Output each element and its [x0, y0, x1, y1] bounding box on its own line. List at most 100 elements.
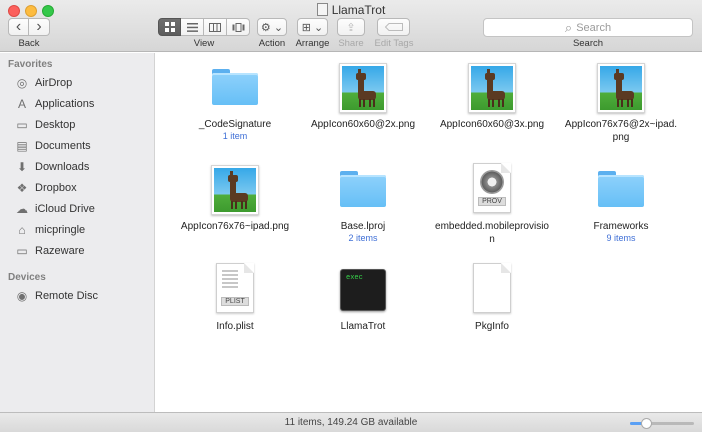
file-item[interactable]: exec LlamaTrot	[304, 263, 422, 333]
status-bar: 11 items, 149.24 GB available	[0, 412, 702, 432]
sidebar-item-remote-disc[interactable]: ◉ Remote Disc	[14, 286, 154, 306]
file-item[interactable]: PkgInfo	[433, 263, 551, 333]
file-name: AppIcon76x76@2x~ipad.png	[564, 119, 678, 143]
search-placeholder: Search	[576, 21, 612, 34]
sidebar-item-label: Remote Disc	[35, 290, 98, 302]
sidebar-item-documents[interactable]: ▤ Documents	[14, 136, 154, 156]
back-button[interactable]: ‹	[8, 18, 29, 36]
sidebar-item-label: micpringle	[35, 224, 86, 236]
file-icon: exec	[336, 263, 390, 317]
cloud-icon: ☁	[16, 202, 28, 216]
file-item[interactable]: PROV embedded.mobileprovision	[433, 163, 551, 246]
file-item[interactable]: _CodeSignature 1 item	[176, 61, 294, 142]
window-title: LlamaTrot	[0, 3, 702, 17]
downloads-icon: ⬇	[16, 160, 28, 174]
file-name: AppIcon60x60@2x.png	[310, 119, 416, 130]
sidebar-item-dropbox[interactable]: ❖ Dropbox	[14, 178, 154, 198]
share-label: Share	[338, 38, 364, 49]
file-name: PkgInfo	[475, 321, 509, 332]
file-item[interactable]: AppIcon60x60@2x.png	[304, 61, 422, 131]
favorites-heading: Favorites	[8, 59, 53, 70]
sidebar-item-label: Razeware	[35, 245, 85, 257]
sidebar-item-label: Documents	[35, 140, 91, 152]
file-name: _CodeSignature	[198, 119, 272, 130]
applications-icon: A	[17, 97, 26, 111]
airdrop-icon: ◎	[16, 76, 28, 90]
item-count: 9 items	[606, 233, 636, 243]
grid-icon	[164, 22, 175, 32]
list-view-button[interactable]	[181, 18, 204, 36]
file-icon	[208, 163, 262, 217]
chevron-right-icon: ›	[36, 18, 42, 35]
file-item[interactable]: AppIcon76x76~ipad.png	[176, 163, 294, 233]
file-icon: PROV	[465, 163, 519, 217]
forward-button[interactable]: ›	[29, 18, 50, 36]
cover-flow-button[interactable]	[227, 18, 250, 36]
provisioning-file-icon: PROV	[473, 163, 511, 213]
folder-icon	[340, 171, 386, 207]
plist-file-icon: PLIST	[216, 263, 254, 313]
image-file-icon	[211, 165, 259, 215]
share-icon: ⇪	[346, 21, 356, 34]
sidebar-item-label: AirDrop	[35, 77, 73, 89]
list-icon	[186, 22, 198, 32]
folder-proxy-icon[interactable]	[316, 3, 328, 16]
sidebar-item-applications[interactable]: A Applications	[14, 94, 154, 114]
search-label: Search	[572, 38, 604, 49]
file-item[interactable]: AppIcon76x76@2x~ipad.png	[562, 61, 680, 144]
arrange-button[interactable]: ⊞ ⌄	[297, 18, 328, 36]
share-button[interactable]: ⇪	[337, 18, 365, 36]
edit-tags-label: Edit Tags	[374, 38, 414, 49]
sidebar-item-label: Downloads	[35, 161, 90, 173]
file-icon	[208, 61, 262, 115]
file-item[interactable]: PLIST Info.plist	[176, 263, 294, 333]
file-item[interactable]: Frameworks 9 items	[562, 163, 680, 244]
file-item[interactable]: Base.lproj 2 items	[304, 163, 422, 244]
icon-view-button[interactable]	[158, 18, 181, 36]
file-icon	[594, 61, 648, 115]
sidebar-item-micpringle[interactable]: ⌂ micpringle	[14, 220, 154, 240]
column-view-button[interactable]	[204, 18, 227, 36]
arrange-label: Arrange	[295, 38, 330, 49]
edit-tags-button[interactable]	[377, 18, 410, 36]
file-browser: _CodeSignature 1 item AppIcon60x60@2x.png A…	[156, 53, 702, 412]
sidebar-item-label: Dropbox	[35, 182, 77, 194]
search-icon: ⌕	[564, 19, 573, 35]
cover-flow-icon	[232, 22, 244, 32]
file-item[interactable]: AppIcon60x60@3x.png	[433, 61, 551, 131]
slider-knob[interactable]	[641, 418, 652, 429]
view-label: View	[193, 38, 215, 49]
file-name: Base.lproj	[340, 221, 386, 232]
columns-icon	[209, 22, 221, 32]
action-button[interactable]: ⚙ ⌄	[257, 18, 287, 36]
search-input[interactable]: ⌕ Search	[483, 18, 693, 37]
sidebar-item-airdrop[interactable]: ◎ AirDrop	[14, 73, 154, 93]
sidebar-item-desktop[interactable]: ▭ Desktop	[14, 115, 154, 135]
desktop-icon: ▭	[16, 118, 28, 132]
item-count: 2 items	[348, 233, 378, 243]
chevron-left-icon: ‹	[15, 18, 22, 35]
file-icon	[465, 263, 519, 317]
gear-icon: ⚙ ⌄	[260, 21, 284, 34]
file-icon	[336, 61, 390, 115]
action-label: Action	[258, 38, 286, 49]
devices-heading: Devices	[8, 272, 46, 283]
image-file-icon	[468, 63, 516, 113]
file-name: AppIcon60x60@3x.png	[439, 119, 545, 130]
file-icon	[594, 163, 648, 217]
file-type-tag: PROV	[478, 197, 506, 206]
dropbox-icon: ❖	[16, 181, 28, 195]
sidebar-item-icloud-drive[interactable]: ☁ iCloud Drive	[14, 199, 154, 219]
tag-icon	[384, 23, 403, 31]
terminal-executable-icon: exec	[340, 269, 386, 311]
exec-label: exec	[346, 274, 363, 282]
sidebar-item-downloads[interactable]: ⬇ Downloads	[14, 157, 154, 177]
blank-document-icon	[473, 263, 511, 313]
sidebar-item-label: Applications	[35, 98, 95, 110]
file-type-tag: PLIST	[221, 297, 249, 306]
file-icon	[336, 163, 390, 217]
icon-size-slider[interactable]	[630, 418, 694, 429]
sidebar-item-label: iCloud Drive	[35, 203, 95, 215]
sidebar-item-razeware[interactable]: ▭ Razeware	[14, 241, 154, 261]
file-name: AppIcon76x76~ipad.png	[180, 221, 290, 232]
